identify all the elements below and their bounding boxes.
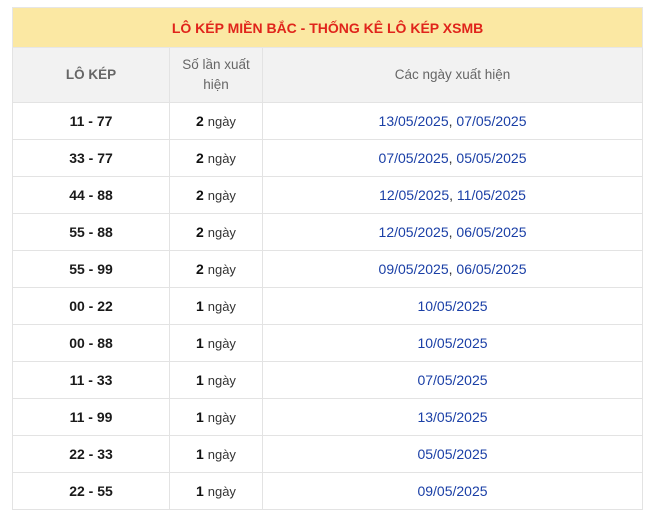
lo-kep-statistics: LÔ KÉP MIỀN BẮC - THỐNG KÊ LÔ KÉP XSMB L… [11, 7, 644, 510]
header-count-line1: Số lần xuất [182, 57, 250, 72]
dates-cell: 05/05/2025 [261, 435, 644, 473]
date-link[interactable]: 05/05/2025 [417, 446, 487, 462]
date-link[interactable]: 10/05/2025 [417, 335, 487, 351]
header-count: Số lần xuất hiện [169, 47, 263, 103]
table-title: LÔ KÉP MIỀN BẮC - THỐNG KÊ LÔ KÉP XSMB [11, 7, 644, 48]
count-number: 1 [196, 483, 204, 499]
date-link[interactable]: 10/05/2025 [417, 298, 487, 314]
count-number: 1 [196, 446, 204, 462]
date-link[interactable]: 05/05/2025 [456, 150, 526, 166]
count-cell: 1 ngày [169, 324, 263, 362]
count-number: 1 [196, 409, 204, 425]
count-cell: 1 ngày [169, 398, 263, 436]
date-link[interactable]: 07/05/2025 [379, 150, 449, 166]
count-number: 2 [196, 187, 204, 203]
pair-cell: 33 - 77 [12, 139, 170, 177]
count-cell: 1 ngày [169, 287, 263, 325]
count-number: 2 [196, 113, 204, 129]
count-unit: ngày [207, 225, 236, 240]
table-row: 55 - 99 2 ngày 09/05/2025, 06/05/2025 [12, 250, 644, 288]
date-link[interactable]: 12/05/2025 [379, 224, 449, 240]
count-unit: ngày [207, 262, 236, 277]
count-unit: ngày [207, 410, 236, 425]
dates-cell: 10/05/2025 [261, 324, 644, 362]
table-header-row: LÔ KÉP Số lần xuất hiện Các ngày xuất hi… [12, 47, 644, 103]
pair-cell: 55 - 88 [12, 213, 170, 251]
table-row: 22 - 55 1 ngày 09/05/2025 [12, 472, 644, 510]
count-number: 1 [196, 298, 204, 314]
pair-cell: 11 - 77 [12, 102, 170, 140]
date-link[interactable]: 09/05/2025 [417, 483, 487, 499]
count-cell: 2 ngày [169, 139, 263, 177]
count-cell: 2 ngày [169, 213, 263, 251]
pair-cell: 22 - 55 [12, 472, 170, 510]
count-number: 2 [196, 261, 204, 277]
dates-cell: 12/05/2025, 11/05/2025 [261, 176, 644, 214]
count-cell: 2 ngày [169, 250, 263, 288]
header-dates: Các ngày xuất hiện [261, 47, 644, 103]
dates-cell: 09/05/2025, 06/05/2025 [261, 250, 644, 288]
table-row: 11 - 99 1 ngày 13/05/2025 [12, 398, 644, 436]
dates-cell: 10/05/2025 [261, 287, 644, 325]
date-link[interactable]: 11/05/2025 [457, 187, 526, 203]
date-link[interactable]: 06/05/2025 [456, 224, 526, 240]
lo-kep-table: LÔ KÉP MIỀN BẮC - THỐNG KÊ LÔ KÉP XSMB L… [11, 7, 644, 510]
count-unit: ngày [207, 336, 236, 351]
date-link[interactable]: 09/05/2025 [379, 261, 449, 277]
date-link[interactable]: 12/05/2025 [379, 187, 449, 203]
pair-cell: 22 - 33 [12, 435, 170, 473]
count-number: 2 [196, 150, 204, 166]
table-row: 33 - 77 2 ngày 07/05/2025, 05/05/2025 [12, 139, 644, 177]
dates-cell: 09/05/2025 [261, 472, 644, 510]
pair-cell: 00 - 22 [12, 287, 170, 325]
count-number: 1 [196, 335, 204, 351]
date-link[interactable]: 06/05/2025 [456, 261, 526, 277]
date-link[interactable]: 13/05/2025 [417, 409, 487, 425]
dates-cell: 07/05/2025, 05/05/2025 [261, 139, 644, 177]
count-unit: ngày [207, 114, 236, 129]
dates-cell: 07/05/2025 [261, 361, 644, 399]
count-unit: ngày [207, 151, 236, 166]
dates-cell: 13/05/2025 [261, 398, 644, 436]
dates-cell: 12/05/2025, 06/05/2025 [261, 213, 644, 251]
count-cell: 2 ngày [169, 102, 263, 140]
table-body: 11 - 77 2 ngày 13/05/2025, 07/05/2025 33 - … [12, 102, 644, 510]
header-count-line2: hiện [203, 77, 229, 92]
count-unit: ngày [207, 373, 236, 388]
count-number: 2 [196, 224, 204, 240]
table-title-row: LÔ KÉP MIỀN BẮC - THỐNG KÊ LÔ KÉP XSMB [11, 7, 644, 48]
count-number: 1 [196, 372, 204, 388]
pair-cell: 11 - 33 [12, 361, 170, 399]
dates-cell: 13/05/2025, 07/05/2025 [261, 102, 644, 140]
header-pair: LÔ KÉP [12, 47, 170, 103]
pair-cell: 44 - 88 [12, 176, 170, 214]
table-row: 11 - 33 1 ngày 07/05/2025 [12, 361, 644, 399]
table-row: 44 - 88 2 ngày 12/05/2025, 11/05/2025 [12, 176, 644, 214]
count-unit: ngày [207, 299, 236, 314]
pair-cell: 11 - 99 [12, 398, 170, 436]
count-unit: ngày [207, 484, 236, 499]
count-cell: 1 ngày [169, 361, 263, 399]
table-row: 00 - 88 1 ngày 10/05/2025 [12, 324, 644, 362]
count-unit: ngày [207, 447, 236, 462]
count-cell: 2 ngày [169, 176, 263, 214]
count-cell: 1 ngày [169, 472, 263, 510]
pair-cell: 55 - 99 [12, 250, 170, 288]
table-row: 00 - 22 1 ngày 10/05/2025 [12, 287, 644, 325]
date-link[interactable]: 07/05/2025 [456, 113, 526, 129]
pair-cell: 00 - 88 [12, 324, 170, 362]
table-row: 55 - 88 2 ngày 12/05/2025, 06/05/2025 [12, 213, 644, 251]
date-link[interactable]: 13/05/2025 [379, 113, 449, 129]
count-cell: 1 ngày [169, 435, 263, 473]
table-row: 11 - 77 2 ngày 13/05/2025, 07/05/2025 [12, 102, 644, 140]
count-unit: ngày [207, 188, 236, 203]
table-row: 22 - 33 1 ngày 05/05/2025 [12, 435, 644, 473]
date-link[interactable]: 07/05/2025 [417, 372, 487, 388]
